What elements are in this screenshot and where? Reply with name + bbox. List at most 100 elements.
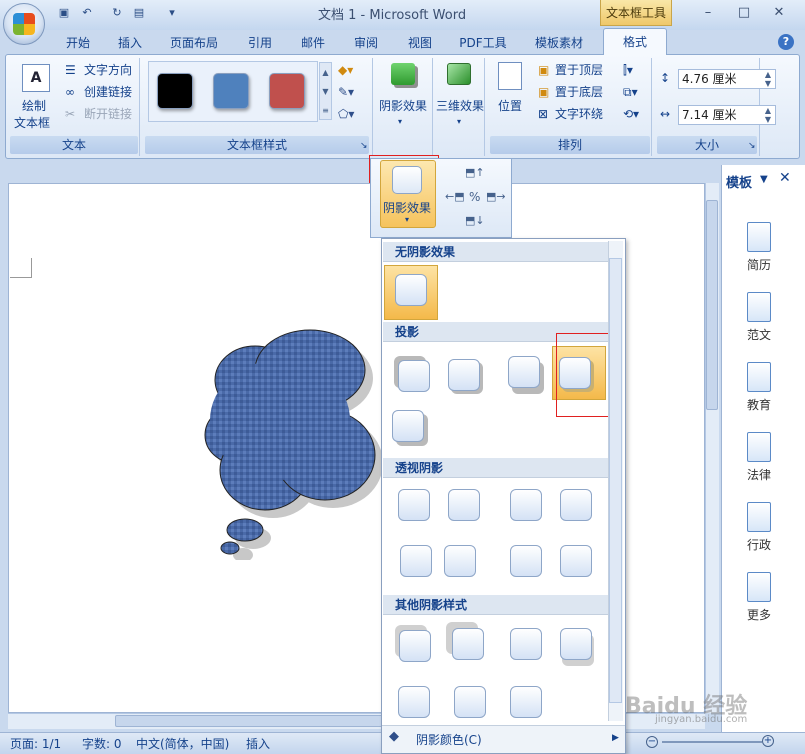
three-d-icon[interactable] [447, 63, 471, 85]
style-swatch-red[interactable] [269, 73, 305, 109]
vertical-scroll-thumb[interactable] [706, 200, 718, 410]
size-dialog-launcher-icon[interactable]: ↘ [748, 138, 756, 154]
bring-front-button[interactable]: 置于顶层 [555, 62, 603, 78]
task-pane-close-icon[interactable]: ✕ [779, 170, 791, 186]
rotate-icon[interactable]: ⟲▾ [623, 106, 639, 122]
perspective-shadow-6[interactable] [444, 545, 476, 577]
position-button[interactable]: 位置 [498, 98, 522, 114]
style-swatch-blue[interactable] [213, 73, 249, 109]
draw-textbox-label-1[interactable]: 绘制 [22, 98, 46, 114]
template-sample[interactable]: 范文 [722, 292, 796, 343]
zoom-in-icon[interactable]: + [762, 735, 774, 747]
print-preview-icon[interactable]: ▤ [132, 6, 146, 20]
cloud-callout-shape[interactable] [195, 325, 385, 560]
tab-insert[interactable]: 插入 [110, 33, 150, 53]
three-d-button[interactable]: 三维效果 [436, 98, 484, 114]
close-button[interactable]: ✕ [768, 4, 790, 22]
width-input[interactable]: 7.14 厘米 ▲ ▼ [678, 105, 776, 125]
status-words[interactable]: 字数: 0 [82, 735, 122, 752]
status-mode[interactable]: 插入 [246, 735, 270, 752]
tab-mailings[interactable]: 邮件 [293, 33, 333, 53]
change-shape-icon[interactable]: ⬠▾ [338, 106, 354, 122]
horizontal-scroll-thumb[interactable] [115, 715, 385, 727]
style-swatch-black[interactable] [157, 73, 193, 109]
nudge-down-icon[interactable]: ⬒↓ [465, 214, 485, 227]
drop-shadow-2[interactable] [448, 359, 480, 391]
gallery-scroll-thumb[interactable] [609, 258, 622, 703]
group-icon[interactable]: ⧉▾ [623, 84, 638, 100]
zoom-slider[interactable]: − [640, 734, 762, 750]
shadow-effects-button-expanded[interactable]: 阴影效果 ▾ [380, 160, 436, 228]
text-wrap-button[interactable]: 文字环绕 [555, 106, 603, 122]
draw-textbox-icon[interactable]: A [22, 64, 50, 92]
create-link-button[interactable]: 创建链接 [84, 84, 132, 100]
dialog-launcher-icon[interactable]: ↘ [360, 138, 368, 154]
line-color-icon[interactable]: ✎▾ [338, 84, 354, 100]
text-direction-icon[interactable]: ☰ [65, 62, 76, 78]
other-shadow-5[interactable] [398, 686, 430, 718]
text-wrap-icon[interactable]: ⊠ [538, 106, 548, 122]
other-shadow-2[interactable] [452, 628, 484, 660]
tab-pdf-tools[interactable]: PDF工具 [455, 33, 511, 53]
task-pane-menu-icon[interactable]: ▼ [760, 174, 768, 185]
other-shadow-4[interactable] [560, 628, 592, 660]
gallery-scroll[interactable]: ▲ ▼ ≡ [319, 62, 332, 120]
template-law[interactable]: 法律 [722, 432, 796, 483]
other-shadow-1[interactable] [399, 630, 431, 662]
drop-shadow-5[interactable] [392, 410, 424, 442]
shadow-effects-button[interactable]: 阴影效果 [379, 98, 427, 114]
drop-shadow-1[interactable] [398, 360, 430, 392]
zoom-out-icon[interactable]: − [646, 736, 658, 748]
height-spinner-icon[interactable]: ▲ ▼ [765, 70, 771, 88]
width-spinner-icon[interactable]: ▲ ▼ [765, 106, 771, 124]
help-icon[interactable]: ? [778, 34, 794, 50]
tab-view[interactable]: 视图 [400, 33, 440, 53]
text-direction-button[interactable]: 文字方向 [84, 62, 132, 78]
other-shadow-6[interactable] [454, 686, 486, 718]
tab-review[interactable]: 审阅 [346, 33, 386, 53]
other-shadow-3[interactable] [510, 628, 542, 660]
zoom-track[interactable] [662, 741, 762, 743]
perspective-shadow-7[interactable] [510, 545, 542, 577]
perspective-shadow-1[interactable] [398, 489, 430, 521]
perspective-shadow-2[interactable] [448, 489, 480, 521]
fill-color-icon[interactable]: ◆▾ [338, 62, 353, 78]
create-link-icon[interactable]: ∞ [65, 84, 75, 100]
tab-home[interactable]: 开始 [58, 33, 98, 53]
other-shadow-7[interactable] [510, 686, 542, 718]
qat-customize-icon[interactable]: ▾ [165, 6, 179, 20]
perspective-shadow-8[interactable] [560, 545, 592, 577]
nudge-left-icon[interactable]: ←⬒ [445, 190, 465, 203]
template-more[interactable]: 更多 [722, 572, 796, 623]
save-icon[interactable]: ▣ [57, 6, 71, 20]
tab-templates[interactable]: 模板素材 [530, 33, 588, 53]
undo-icon[interactable]: ↶ [80, 6, 94, 20]
three-d-dropdown-icon[interactable]: ▾ [457, 114, 461, 130]
shadow-toggle-icon[interactable]: % [469, 190, 480, 204]
tab-format[interactable]: 格式 [603, 28, 667, 55]
bring-front-icon[interactable]: ▣ [538, 62, 549, 78]
maximize-button[interactable]: □ [733, 4, 755, 22]
draw-textbox-label-2[interactable]: 文本框 [14, 115, 50, 131]
tab-references[interactable]: 引用 [240, 33, 280, 53]
nudge-right-icon[interactable]: ⬒→ [486, 190, 506, 203]
shadow-dropdown-icon[interactable]: ▾ [398, 114, 402, 130]
send-back-icon[interactable]: ▣ [538, 84, 549, 100]
height-input[interactable]: 4.76 厘米 ▲ ▼ [678, 69, 776, 89]
template-resume[interactable]: 简历 [722, 222, 796, 273]
align-icon[interactable]: ⫿▾ [623, 62, 633, 78]
drop-shadow-3[interactable] [508, 356, 540, 388]
office-button[interactable] [3, 3, 45, 45]
redo-icon[interactable]: ↻ [110, 6, 124, 20]
template-admin[interactable]: 行政 [722, 502, 796, 553]
status-language[interactable]: 中文(简体，中国) [136, 735, 229, 752]
template-education[interactable]: 教育 [722, 362, 796, 413]
perspective-shadow-5[interactable] [400, 545, 432, 577]
position-icon[interactable] [498, 62, 522, 90]
status-page[interactable]: 页面: 1/1 [10, 735, 61, 752]
nudge-up-icon[interactable]: ⬒↑ [465, 166, 485, 179]
shadow-effects-icon[interactable] [391, 63, 415, 85]
send-back-button[interactable]: 置于底层 [555, 84, 603, 100]
perspective-shadow-4[interactable] [560, 489, 592, 521]
minimize-button[interactable]: – [697, 4, 719, 22]
